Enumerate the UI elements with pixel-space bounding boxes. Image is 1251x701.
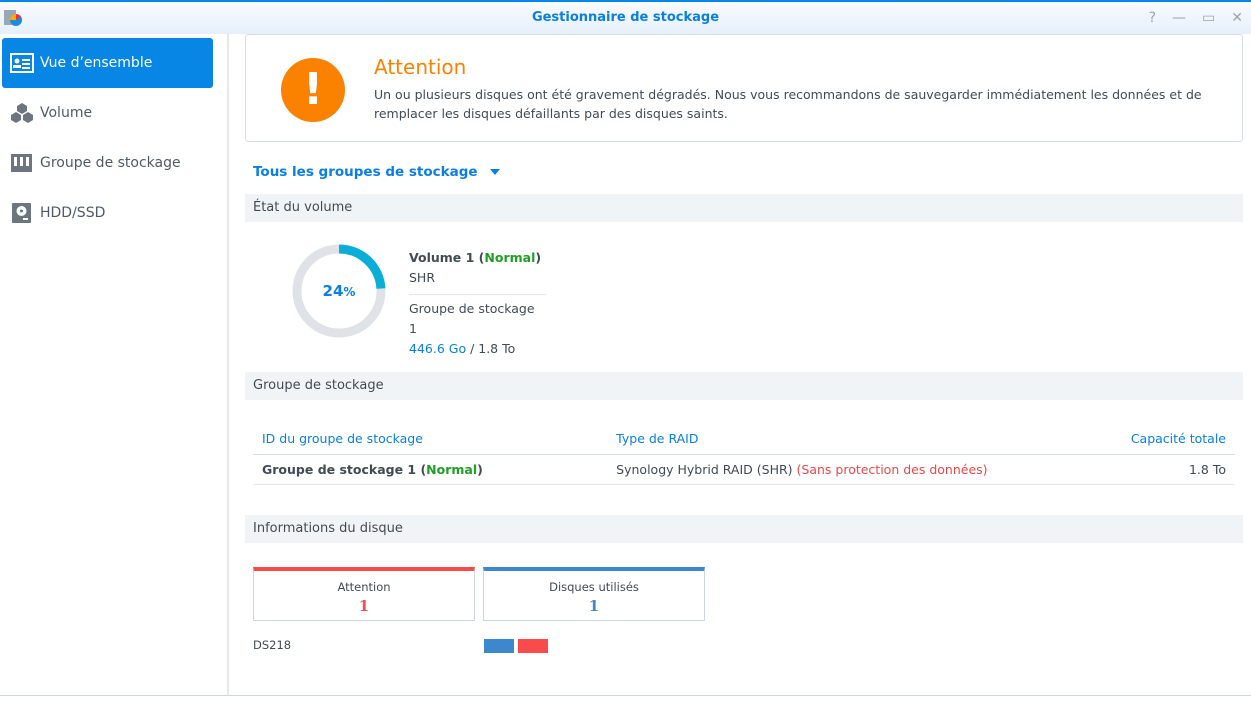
alert-title: Attention [374,55,467,79]
sidebar-item-label: HDD/SSD [40,205,106,221]
card-value: 1 [588,597,600,615]
close-button[interactable]: ✕ [1231,10,1243,26]
sidebar-item-label: Vue d’ensemble [40,55,153,71]
volume-status-header: État du volume [245,194,1243,222]
volume-pool: Groupe de stockage 1 [409,301,535,336]
card-value: 1 [358,597,370,615]
card-label: Attention [337,580,391,594]
cubes-icon [11,103,33,123]
disk-icon [12,203,31,223]
disk-slot-2[interactable] [518,639,548,653]
column-header[interactable]: Type de RAID [607,424,1068,455]
help-button[interactable]: ? [1149,10,1156,26]
disk-info-header: Informations du disque [245,515,1243,543]
pool-status: Normal [426,461,478,477]
volume-type: SHR [409,270,436,285]
device-name: DS218 [253,638,292,652]
overview-icon [10,53,34,73]
attention-disks-card[interactable]: Attention 1 [253,567,475,621]
used-disks-card[interactable]: Disques utilisés 1 [483,567,705,621]
column-header[interactable]: ID du groupe de stockage [253,424,608,455]
sidebar-item-overview[interactable]: Vue d’ensemble [2,38,213,88]
storage-pool-icon [11,154,32,172]
volume-info: Volume 1 (Normal) SHR Groupe de stockage… [409,248,546,359]
volume-status: Normal [484,250,536,265]
sidebar-item-label: Volume [40,105,93,121]
window-title: Gestionnaire de stockage [531,10,720,25]
table-row[interactable]: Groupe de stockage 1 (Normal) Synology H… [253,454,1235,485]
storage-pool-table: ID du groupe de stockage Type de RAID Capa… [253,424,1235,485]
volume-total: / 1.8 To [466,341,516,356]
volume-used: 446.6 Go [409,341,467,356]
dropdown-label: Tous les groupes de stockage [253,164,478,180]
maximize-button[interactable]: ▭ [1202,10,1215,26]
alert-message: Un ou plusieurs disques ont été gravemen… [374,87,1202,121]
volume-name: Volume 1 ( [409,250,485,265]
usage-percent: 24% [322,282,356,300]
storage-pool-filter-dropdown[interactable]: Tous les groupes de stockage [253,164,500,180]
sidebar-item-storage-pool[interactable]: Groupe de stockage [2,138,213,188]
chevron-down-icon [489,169,500,175]
attention-alert: ! Attention Un ou plusieurs disques ont … [245,34,1243,142]
sidebar: Vue d’ensemble Volume Groupe de stockage… [0,34,229,696]
raid-warning: (Sans protection des données) [796,461,988,477]
column-header[interactable]: Capacité totale [1067,424,1235,455]
title-bar: Gestionnaire de stockage ? — ▭ ✕ [0,0,1251,34]
disk-slot-1[interactable] [484,639,514,653]
divider [0,695,1251,696]
storage-pool-header: Groupe de stockage [245,372,1243,400]
card-label: Disques utilisés [549,580,639,594]
minimize-button[interactable]: — [1172,10,1186,26]
warning-icon: ! [281,58,345,122]
sidebar-item-volume[interactable]: Volume [2,88,213,138]
sidebar-item-label: Groupe de stockage [40,155,181,171]
sidebar-item-hdd-ssd[interactable]: HDD/SSD [2,188,213,238]
